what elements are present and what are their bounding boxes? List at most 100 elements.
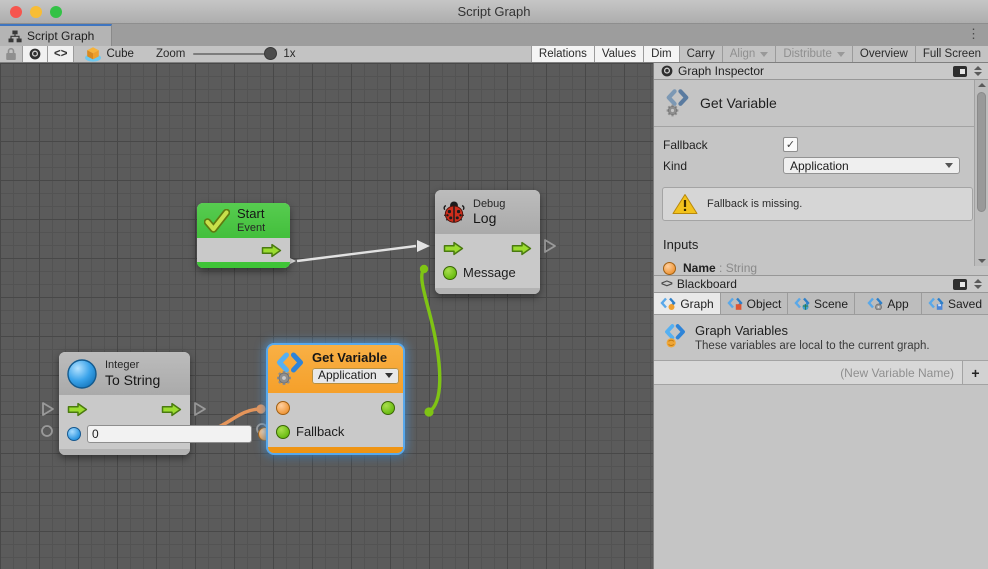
message-input-port[interactable] <box>443 266 457 280</box>
input-port-name: Name <box>683 261 716 275</box>
tab-object[interactable]: Object <box>721 293 788 314</box>
add-variable-button[interactable]: + <box>962 361 988 384</box>
more-options-icon[interactable]: ⋮ <box>967 26 980 42</box>
ladybug-icon <box>442 200 466 224</box>
flow-input-port-icon[interactable] <box>443 241 464 256</box>
scroll-down-icon[interactable] <box>978 259 986 263</box>
name-input-port[interactable] <box>276 401 290 415</box>
tab-graph[interactable]: Graph <box>654 293 721 314</box>
scroll-up-icon[interactable] <box>978 83 986 87</box>
node-debug-log[interactable]: Debug Log <box>435 190 540 294</box>
align-menu-button[interactable]: Align <box>722 46 776 62</box>
window-title: Script Graph <box>0 4 988 19</box>
blackboard-header[interactable]: <> Blackboard <box>654 275 988 293</box>
graph-owner-label: Cube <box>106 48 134 60</box>
zoom-slider-knob[interactable] <box>264 47 277 60</box>
edit-source-button[interactable]: <> <box>48 46 74 62</box>
node-subtitle: Integer <box>105 359 160 372</box>
graph-variables-section: Graph Variables These variables are loca… <box>654 315 988 361</box>
graph-owner[interactable]: Cube <box>84 46 134 62</box>
app-variables-icon <box>867 297 883 310</box>
scene-variables-icon <box>794 297 810 310</box>
tab-script-graph[interactable]: Script Graph <box>0 24 112 46</box>
script-graph-window: Script Graph Script Graph ⋮ <box>0 0 988 569</box>
outside-flow-marker <box>43 403 53 415</box>
control-wire <box>297 246 416 261</box>
graph-toolbar: <> Cube Zoom 1x Relations Valu <box>0 46 988 63</box>
distribute-menu-button[interactable]: Distribute <box>775 46 852 62</box>
fallback-field-label: Fallback <box>663 138 783 152</box>
kind-dropdown[interactable]: Application <box>783 157 960 174</box>
integer-value-input[interactable] <box>87 425 252 443</box>
inputs-section-header: Inputs <box>663 237 979 252</box>
graph-variables-icon <box>660 297 676 310</box>
graph-inspector-header[interactable]: Graph Inspector <box>654 63 988 80</box>
panel-scroll-arrows[interactable] <box>972 66 984 76</box>
tab-scene[interactable]: Scene <box>788 293 855 314</box>
overview-button[interactable]: Overview <box>852 46 915 62</box>
node-get-variable[interactable]: Get Variable Application Fallback <box>268 345 403 453</box>
relations-toggle[interactable]: Relations <box>531 46 594 62</box>
tab-app[interactable]: App <box>855 293 922 314</box>
input-port-row: Name : String <box>663 261 979 275</box>
variable-kind-dropdown[interactable]: Application <box>312 368 399 384</box>
carry-toggle[interactable]: Carry <box>679 46 722 62</box>
check-icon <box>204 209 230 233</box>
get-variable-icon <box>275 351 305 387</box>
inspector-scrollbar[interactable] <box>974 80 988 266</box>
outside-value-marker <box>42 426 52 436</box>
lock-icon[interactable] <box>5 47 17 61</box>
cube-icon <box>84 46 102 62</box>
connection-wires <box>0 63 653 569</box>
graph-variables-title: Graph Variables <box>695 323 930 338</box>
node-start-event[interactable]: Start Event <box>197 203 290 268</box>
values-toggle[interactable]: Values <box>594 46 643 62</box>
dock-panel-icon[interactable] <box>953 279 967 290</box>
new-variable-row: + <box>654 361 988 385</box>
inspector-unit-title: Get Variable <box>654 80 988 127</box>
node-integer-tostring[interactable]: Integer To String <box>59 352 190 455</box>
node-subtitle: Debug <box>473 198 505 211</box>
fallback-input-port[interactable] <box>276 425 290 439</box>
zoom-label: Zoom <box>156 48 185 60</box>
integer-input-port[interactable] <box>67 427 81 441</box>
fallback-checkbox[interactable]: ✓ <box>783 137 798 152</box>
flow-output-port-icon[interactable] <box>261 243 282 258</box>
node-title: Start <box>237 207 265 222</box>
tab-label: Script Graph <box>27 29 94 43</box>
node-subtitle: Event <box>237 222 265 235</box>
chevron-down-icon <box>385 373 393 378</box>
graph-variables-description: These variables are local to the current… <box>695 340 930 352</box>
blackboard-header-label: Blackboard <box>677 277 948 291</box>
node-title: Log <box>473 210 505 226</box>
chevron-down-icon <box>837 52 845 57</box>
new-variable-input[interactable] <box>654 361 962 384</box>
warning-icon <box>672 193 698 215</box>
wire-end-arrow <box>417 240 430 252</box>
panel-scroll-arrows[interactable] <box>972 279 984 289</box>
flow-input-port-icon[interactable] <box>67 402 88 417</box>
chevron-down-icon <box>760 52 768 57</box>
value-output-port[interactable] <box>381 401 395 415</box>
dim-toggle[interactable]: Dim <box>643 46 678 62</box>
blackboard-tabs: Graph Object Scene <box>654 293 988 315</box>
warning-box: Fallback is missing. <box>662 187 973 221</box>
string-port-icon <box>663 262 676 275</box>
inspector-unit-title-label: Get Variable <box>700 95 777 111</box>
graph-canvas[interactable]: Start Event <box>0 63 653 569</box>
flow-output-port-icon[interactable] <box>511 241 532 256</box>
zoom-slider[interactable] <box>193 53 275 55</box>
node-title: Get Variable <box>312 351 399 366</box>
flow-output-port-icon[interactable] <box>161 402 182 417</box>
inspector-icon <box>661 65 673 77</box>
scrollbar-thumb[interactable] <box>977 92 986 212</box>
chevron-down-icon <box>945 163 953 168</box>
target-circle-icon <box>29 48 41 60</box>
tab-saved[interactable]: Saved <box>922 293 988 314</box>
toolbar-right-group: Relations Values Dim Carry Align Distrib… <box>531 46 988 62</box>
tab-strip: Script Graph ⋮ <box>0 24 988 46</box>
full-screen-button[interactable]: Full Screen <box>915 46 988 62</box>
dock-panel-icon[interactable] <box>953 66 967 77</box>
warning-text: Fallback is missing. <box>707 198 802 210</box>
zoom-to-fit-button[interactable] <box>22 46 48 62</box>
